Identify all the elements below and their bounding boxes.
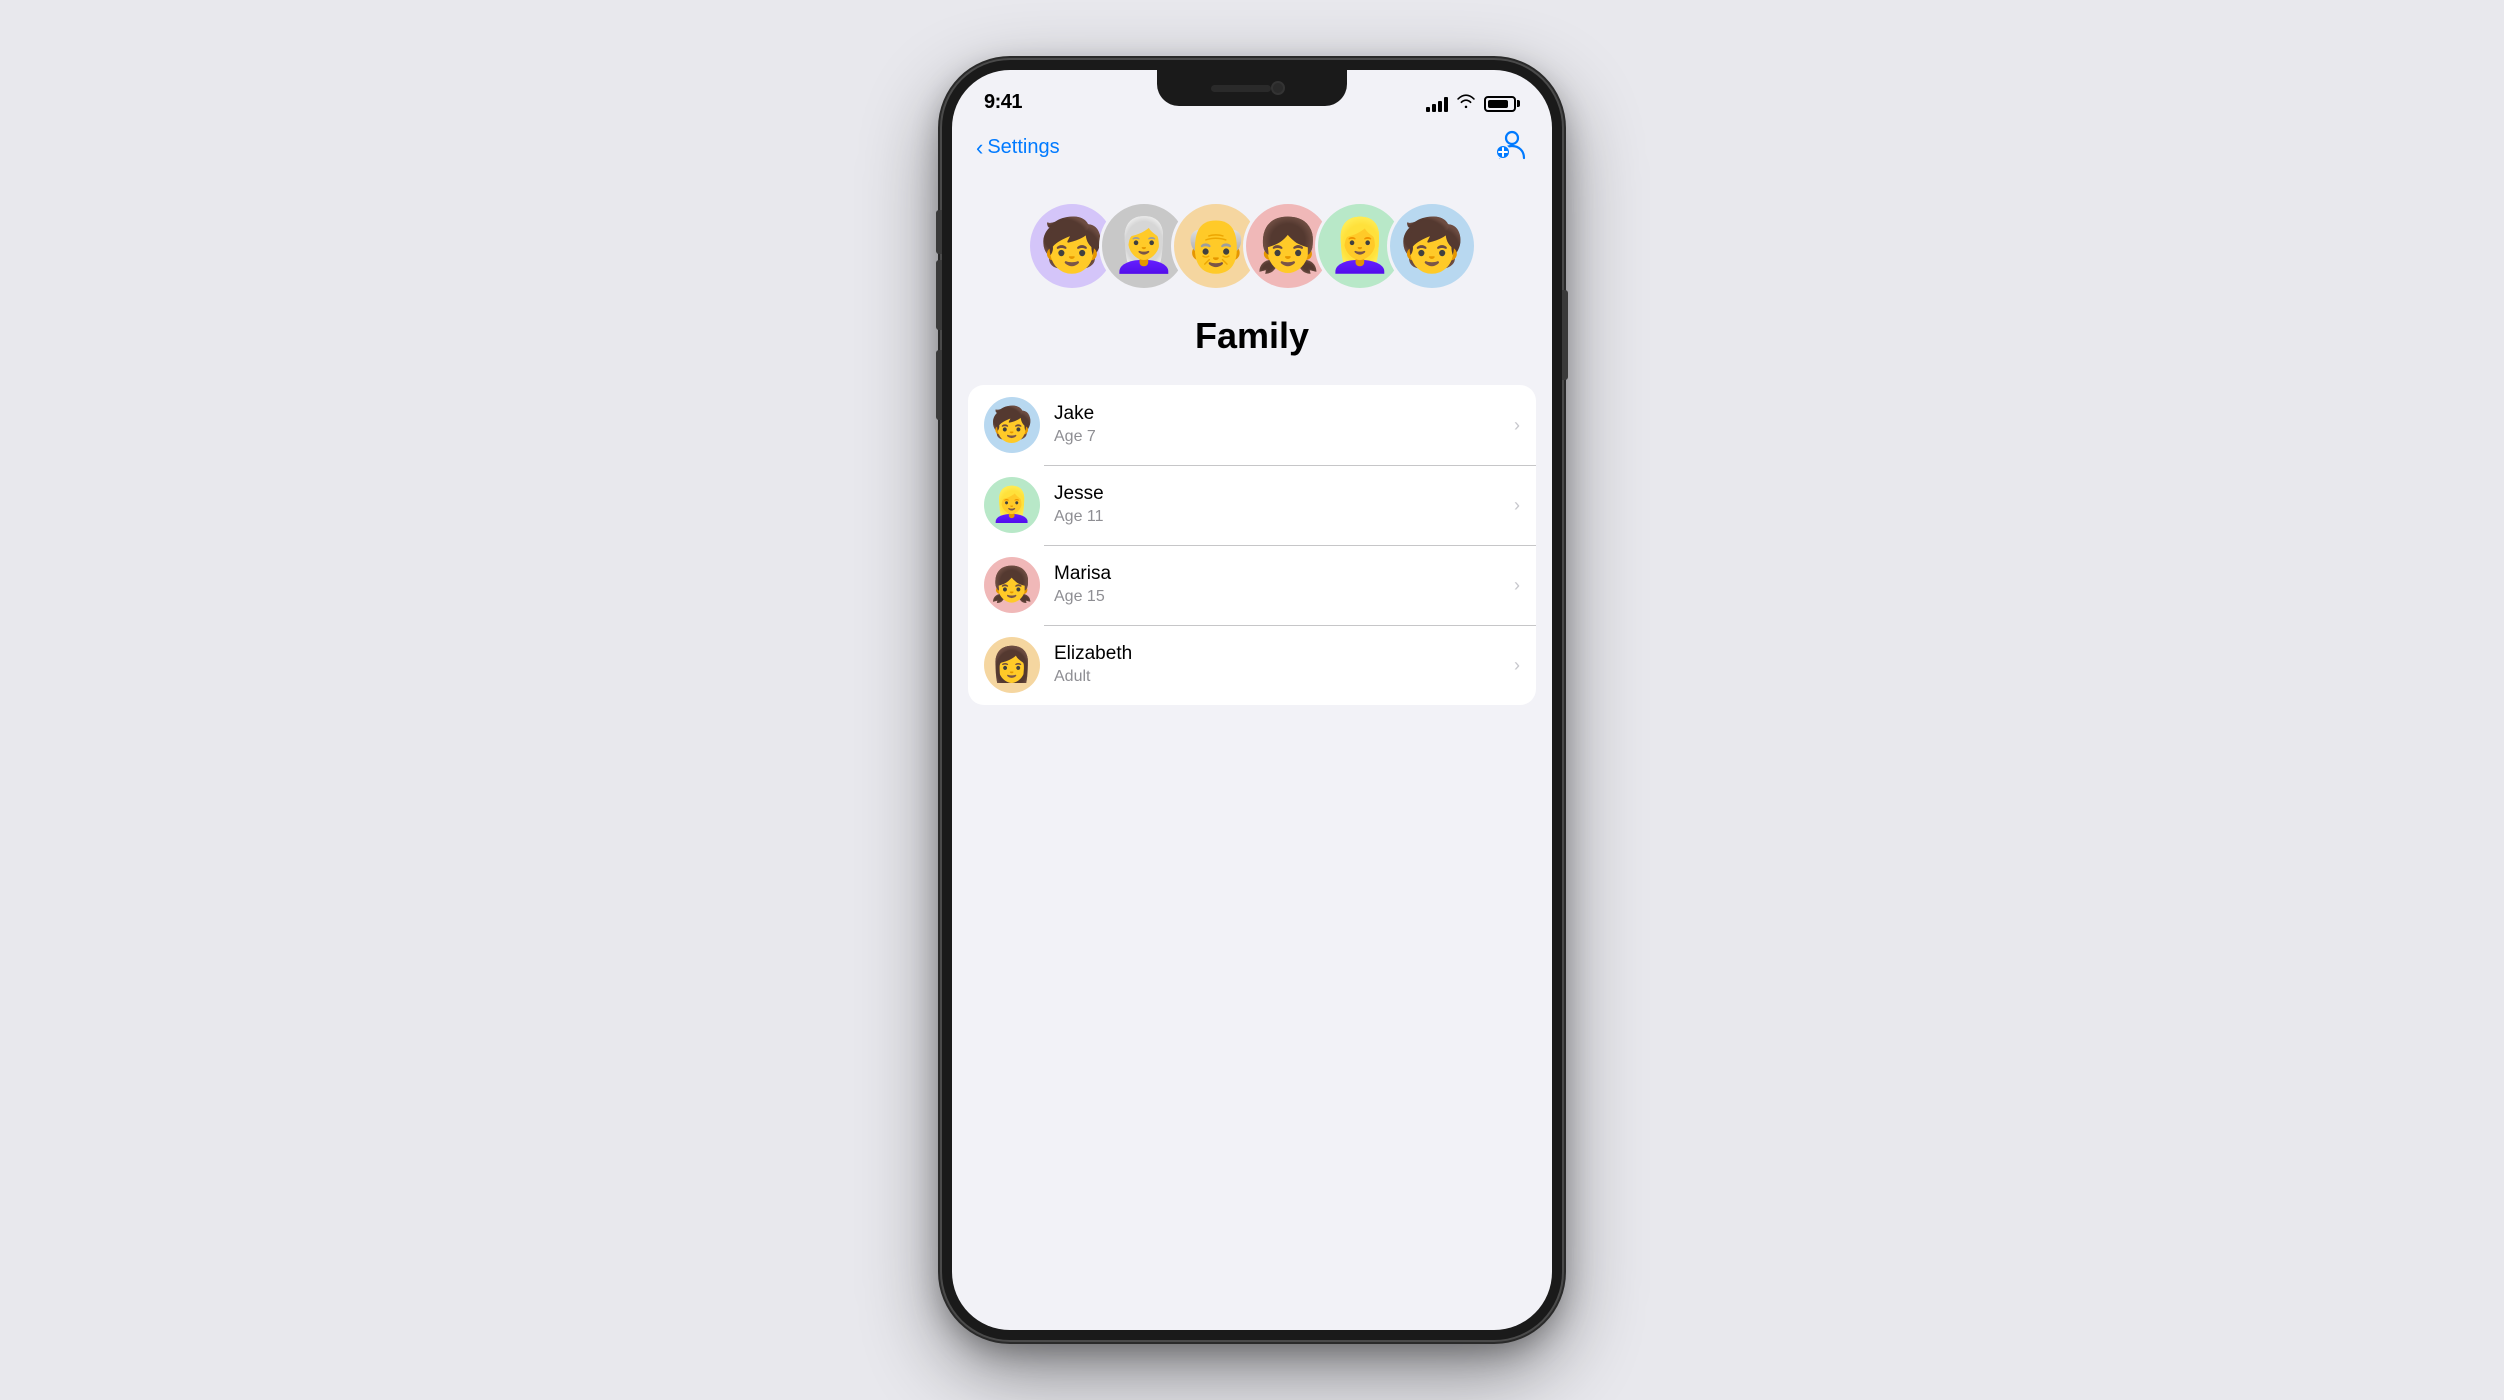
chevron-jake-icon: › <box>1514 415 1520 436</box>
member-avatar-jake: 🧒 <box>984 397 1040 453</box>
notch <box>1157 70 1347 106</box>
member-sub-elizabeth: Adult <box>1054 667 1514 688</box>
add-member-icon <box>1492 126 1528 162</box>
member-info-jesse: Jesse Age 11 <box>1054 482 1514 527</box>
member-sub-jake: Age 7 <box>1054 427 1514 448</box>
phone-screen: 9:41 <box>952 70 1552 1330</box>
signal-bar-4 <box>1444 97 1448 112</box>
member-row-elizabeth[interactable]: 👩 Elizabeth Adult › <box>968 625 1536 705</box>
phone-frame: 9:41 <box>942 60 1562 1340</box>
avatar-6: 🧒 <box>1387 201 1477 291</box>
signal-bar-3 <box>1438 101 1442 112</box>
member-row-jesse[interactable]: 👱‍♀️ Jesse Age 11 › <box>968 465 1536 545</box>
notch-camera <box>1271 81 1285 95</box>
signal-bar-1 <box>1426 107 1430 112</box>
volume-down-button[interactable] <box>936 350 942 420</box>
member-avatar-marisa: 👧 <box>984 557 1040 613</box>
status-time: 9:41 <box>984 91 1022 114</box>
family-title: Family <box>1195 315 1309 357</box>
member-sub-jesse: Age 11 <box>1054 507 1514 528</box>
volume-up-button[interactable] <box>936 260 942 330</box>
content-area: 🧒 👩‍🦳 👴 👧 👱‍♀️ 🧒 Family <box>952 181 1552 1330</box>
avatar-group: 🧒 👩‍🦳 👴 👧 👱‍♀️ 🧒 <box>1027 201 1477 291</box>
chevron-marisa-icon: › <box>1514 575 1520 596</box>
member-name-jesse: Jesse <box>1054 482 1514 507</box>
member-name-elizabeth: Elizabeth <box>1054 642 1514 667</box>
member-avatar-jesse: 👱‍♀️ <box>984 477 1040 533</box>
phone-wrapper: 9:41 <box>942 60 1562 1340</box>
member-list-card: 🧒 Jake Age 7 › 👱‍♀️ Jesse <box>968 385 1536 705</box>
chevron-jesse-icon: › <box>1514 495 1520 516</box>
chevron-elizabeth-icon: › <box>1514 655 1520 676</box>
signal-bars-icon <box>1426 96 1448 112</box>
nav-bar: ‹ Settings <box>952 122 1552 181</box>
notch-speaker <box>1211 85 1271 92</box>
signal-bar-2 <box>1432 104 1436 112</box>
member-avatar-elizabeth: 👩 <box>984 637 1040 693</box>
back-label: Settings <box>987 136 1059 159</box>
back-chevron-icon: ‹ <box>976 135 983 161</box>
member-info-elizabeth: Elizabeth Adult <box>1054 642 1514 687</box>
member-row-marisa[interactable]: 👧 Marisa Age 15 › <box>968 545 1536 625</box>
member-list: 🧒 Jake Age 7 › 👱‍♀️ Jesse <box>952 385 1552 705</box>
wifi-icon <box>1456 93 1476 114</box>
member-name-jake: Jake <box>1054 402 1514 427</box>
member-name-marisa: Marisa <box>1054 562 1514 587</box>
back-button[interactable]: ‹ Settings <box>976 135 1060 161</box>
status-icons <box>1426 93 1520 114</box>
member-info-marisa: Marisa Age 15 <box>1054 562 1514 607</box>
battery-icon <box>1484 96 1520 112</box>
add-member-button[interactable] <box>1492 126 1528 169</box>
member-sub-marisa: Age 15 <box>1054 587 1514 608</box>
member-row-jake[interactable]: 🧒 Jake Age 7 › <box>968 385 1536 465</box>
power-button[interactable] <box>1562 290 1568 380</box>
member-info-jake: Jake Age 7 <box>1054 402 1514 447</box>
mute-button[interactable] <box>936 210 942 254</box>
